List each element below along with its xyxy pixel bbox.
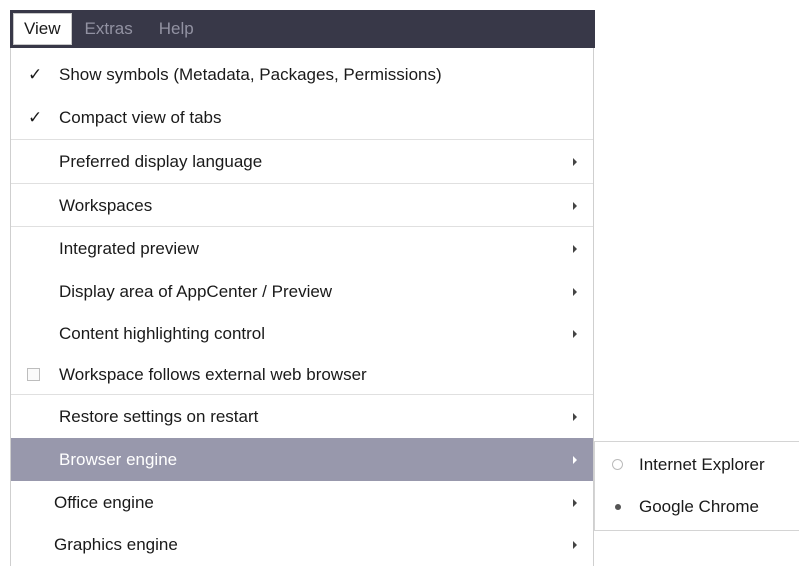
menu-item-compact-view-tabs[interactable]: ✓ Compact view of tabs (11, 96, 593, 139)
menu-item-graphics-engine[interactable]: Graphics engine (11, 523, 593, 566)
submenu-item-internet-explorer[interactable]: Internet Explorer (595, 443, 799, 486)
submenu-arrow-icon (573, 540, 577, 549)
menu-item-label: Display area of AppCenter / Preview (59, 281, 333, 301)
menu-item-label: Graphics engine (54, 534, 178, 554)
browser-engine-submenu: Internet Explorer Google Chrome (594, 441, 799, 531)
menu-view[interactable]: View (13, 13, 72, 45)
submenu-arrow-icon (573, 498, 577, 507)
submenu-arrow-icon (573, 244, 577, 253)
menu-help[interactable]: Help (146, 10, 207, 48)
menu-item-workspace-follows-browser[interactable]: Workspace follows external web browser (11, 353, 593, 396)
unchecked-checkbox-icon (27, 368, 40, 381)
menu-item-label: Restore settings on restart (59, 406, 259, 426)
menu-bar: View Extras Help (10, 10, 595, 48)
menu-item-label: Compact view of tabs (59, 107, 222, 127)
submenu-arrow-icon (573, 329, 577, 338)
menu-item-display-area[interactable]: Display area of AppCenter / Preview (11, 270, 593, 313)
submenu-arrow-icon (573, 412, 577, 421)
menu-item-label: Browser engine (59, 449, 178, 469)
menu-item-label: Workspace follows external web browser (59, 364, 367, 384)
submenu-arrow-icon (573, 157, 577, 166)
menu-item-label: Office engine (54, 492, 154, 512)
menu-item-label: Show symbols (Metadata, Packages, Permis… (59, 64, 442, 84)
submenu-arrow-icon (573, 287, 577, 296)
menu-item-browser-engine[interactable]: Browser engine (11, 438, 593, 481)
menu-item-integrated-preview[interactable]: Integrated preview (11, 227, 593, 270)
menu-item-office-engine[interactable]: Office engine (11, 481, 593, 524)
menu-item-label: Content highlighting control (59, 323, 266, 343)
radio-selected-icon (615, 503, 621, 510)
checkmark-icon: ✓ (28, 65, 43, 84)
menu-extras[interactable]: Extras (72, 10, 146, 48)
submenu-arrow-icon (573, 455, 577, 464)
submenu-item-google-chrome[interactable]: Google Chrome (595, 485, 799, 528)
menu-item-label: Integrated preview (59, 238, 199, 258)
menu-item-workspaces[interactable]: Workspaces (11, 184, 593, 227)
submenu-item-label: Internet Explorer (639, 454, 765, 474)
menu-item-preferred-display-language[interactable]: Preferred display language (11, 140, 593, 183)
submenu-item-label: Google Chrome (639, 496, 760, 516)
menu-item-label: Workspaces (59, 195, 153, 215)
view-dropdown-menu: ✓ Show symbols (Metadata, Packages, Perm… (10, 48, 594, 566)
submenu-arrow-icon (573, 201, 577, 210)
menu-item-restore-settings[interactable]: Restore settings on restart (11, 395, 593, 438)
menu-item-show-symbols[interactable]: ✓ Show symbols (Metadata, Packages, Perm… (11, 53, 593, 96)
menu-item-content-highlighting[interactable]: Content highlighting control (11, 312, 593, 355)
menu-item-label: Preferred display language (59, 151, 263, 171)
checkmark-icon: ✓ (28, 108, 43, 127)
radio-unselected-icon (612, 459, 623, 470)
